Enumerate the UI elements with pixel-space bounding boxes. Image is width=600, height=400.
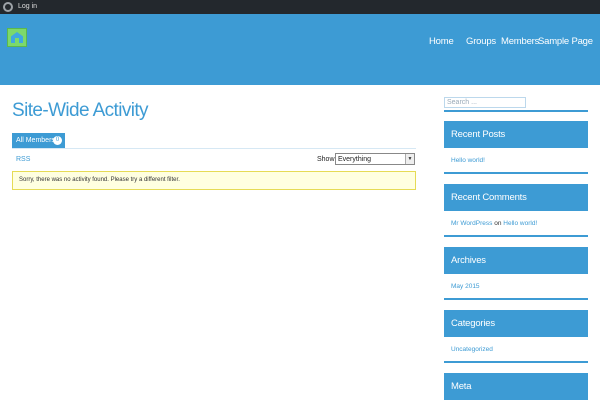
login-link[interactable]: Log in <box>18 2 37 12</box>
nav-groups[interactable]: Groups <box>466 36 496 48</box>
search-input[interactable]: Search ... <box>444 97 526 108</box>
comment-on-text: on <box>494 220 502 227</box>
show-filter-label: Show: <box>317 156 337 163</box>
recent-comments-heading: Recent Comments <box>444 184 588 211</box>
nav-members[interactable]: Members <box>501 36 539 48</box>
comment-post-link[interactable]: Hello world! <box>503 220 537 227</box>
widget-divider <box>444 110 588 112</box>
widget-divider <box>444 298 588 300</box>
member-count-badge: 0 <box>53 136 62 145</box>
tab-divider <box>12 148 416 149</box>
activity-filter-select[interactable]: Everything ▼ <box>335 153 415 165</box>
wordpress-logo-icon[interactable] <box>3 2 13 12</box>
category-link[interactable]: Uncategorized <box>451 345 493 354</box>
rss-link[interactable]: RSS <box>16 155 30 164</box>
no-activity-notice: Sorry, there was no activity found. Plea… <box>12 171 416 190</box>
widget-divider <box>444 361 588 363</box>
chevron-down-icon[interactable]: ▼ <box>405 154 414 164</box>
archives-heading: Archives <box>444 247 588 274</box>
categories-heading: Categories <box>444 310 588 337</box>
widget-divider <box>444 172 588 174</box>
widget-divider <box>444 235 588 237</box>
recent-posts-heading: Recent Posts <box>444 121 588 148</box>
recent-comment: Mr WordPress on Hello world! <box>451 219 537 228</box>
recent-post-link[interactable]: Hello world! <box>451 156 485 165</box>
page-title: Site-Wide Activity <box>12 100 149 121</box>
search-placeholder: Search ... <box>447 99 477 106</box>
select-value: Everything <box>338 156 372 163</box>
comment-author-link[interactable]: Mr WordPress <box>451 220 492 227</box>
admin-bar: Log in <box>0 0 600 14</box>
site-header: Home Groups Members Sample Page <box>0 14 600 85</box>
tab-label: All Members <box>16 137 55 144</box>
tab-all-members[interactable]: All Members 0 <box>12 133 65 148</box>
meta-heading: Meta <box>444 373 588 400</box>
site-logo-icon[interactable] <box>7 28 27 47</box>
nav-home[interactable]: Home <box>429 36 454 48</box>
nav-sample-page[interactable]: Sample Page <box>538 36 593 48</box>
archive-link[interactable]: May 2015 <box>451 282 480 291</box>
